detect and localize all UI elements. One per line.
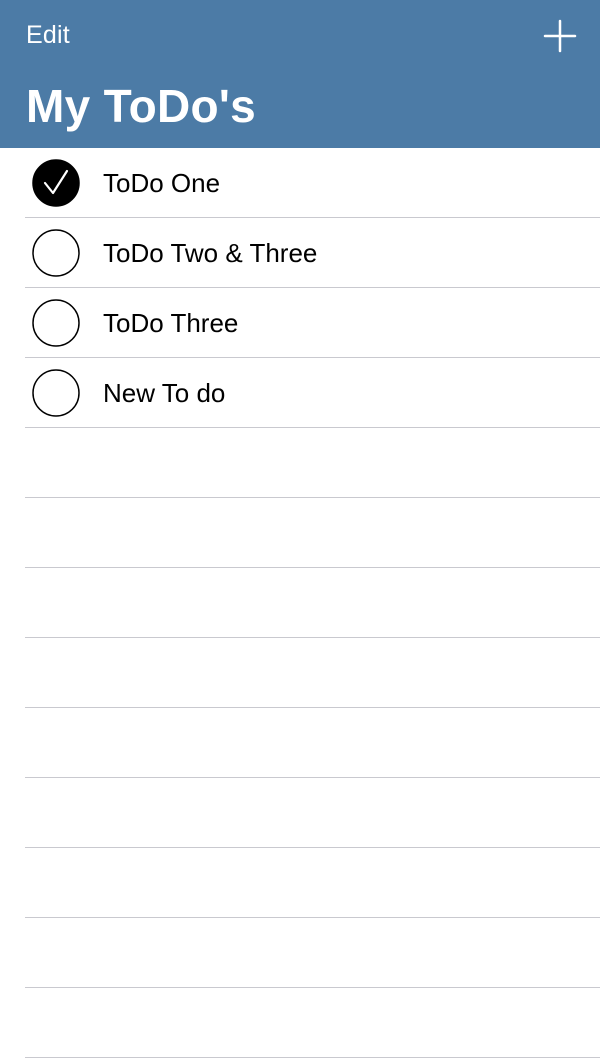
todo-list: ToDo One ToDo Two & Three ToDo Three New…: [0, 148, 600, 1058]
todo-label: ToDo One: [103, 168, 221, 198]
todo-check-toggle[interactable]: [32, 229, 80, 277]
circle-outline-icon: [32, 229, 80, 277]
page-title: My ToDo's: [26, 80, 257, 132]
checkmark-circle-filled-icon: [32, 159, 80, 207]
todo-check-toggle[interactable]: [32, 369, 80, 417]
plus-icon: [543, 19, 577, 53]
empty-row: [0, 428, 600, 498]
add-todo-button[interactable]: [542, 18, 578, 54]
circle-outline-icon: [32, 369, 80, 417]
empty-row: [0, 918, 600, 988]
navigation-bar: Edit My ToDo's: [0, 0, 600, 148]
todo-check-toggle[interactable]: [32, 299, 80, 347]
empty-row: [0, 988, 600, 1058]
todo-row[interactable]: New To do: [0, 358, 600, 428]
todo-row[interactable]: ToDo One: [0, 148, 600, 218]
todo-row[interactable]: ToDo Three: [0, 288, 600, 358]
empty-row: [0, 568, 600, 638]
todo-label: ToDo Two & Three: [103, 238, 318, 268]
todo-row[interactable]: ToDo Two & Three: [0, 218, 600, 288]
empty-row: [0, 708, 600, 778]
todo-check-toggle[interactable]: [32, 159, 80, 207]
todo-label: ToDo Three: [103, 308, 239, 338]
app-window: Edit My ToDo's ToDo One ToDo Two & Three…: [0, 0, 600, 1058]
empty-row: [0, 778, 600, 848]
circle-outline-icon: [32, 299, 80, 347]
empty-row: [0, 848, 600, 918]
todo-label: New To do: [103, 378, 226, 408]
empty-row: [0, 638, 600, 708]
empty-row: [0, 498, 600, 568]
edit-button[interactable]: Edit: [26, 19, 70, 51]
